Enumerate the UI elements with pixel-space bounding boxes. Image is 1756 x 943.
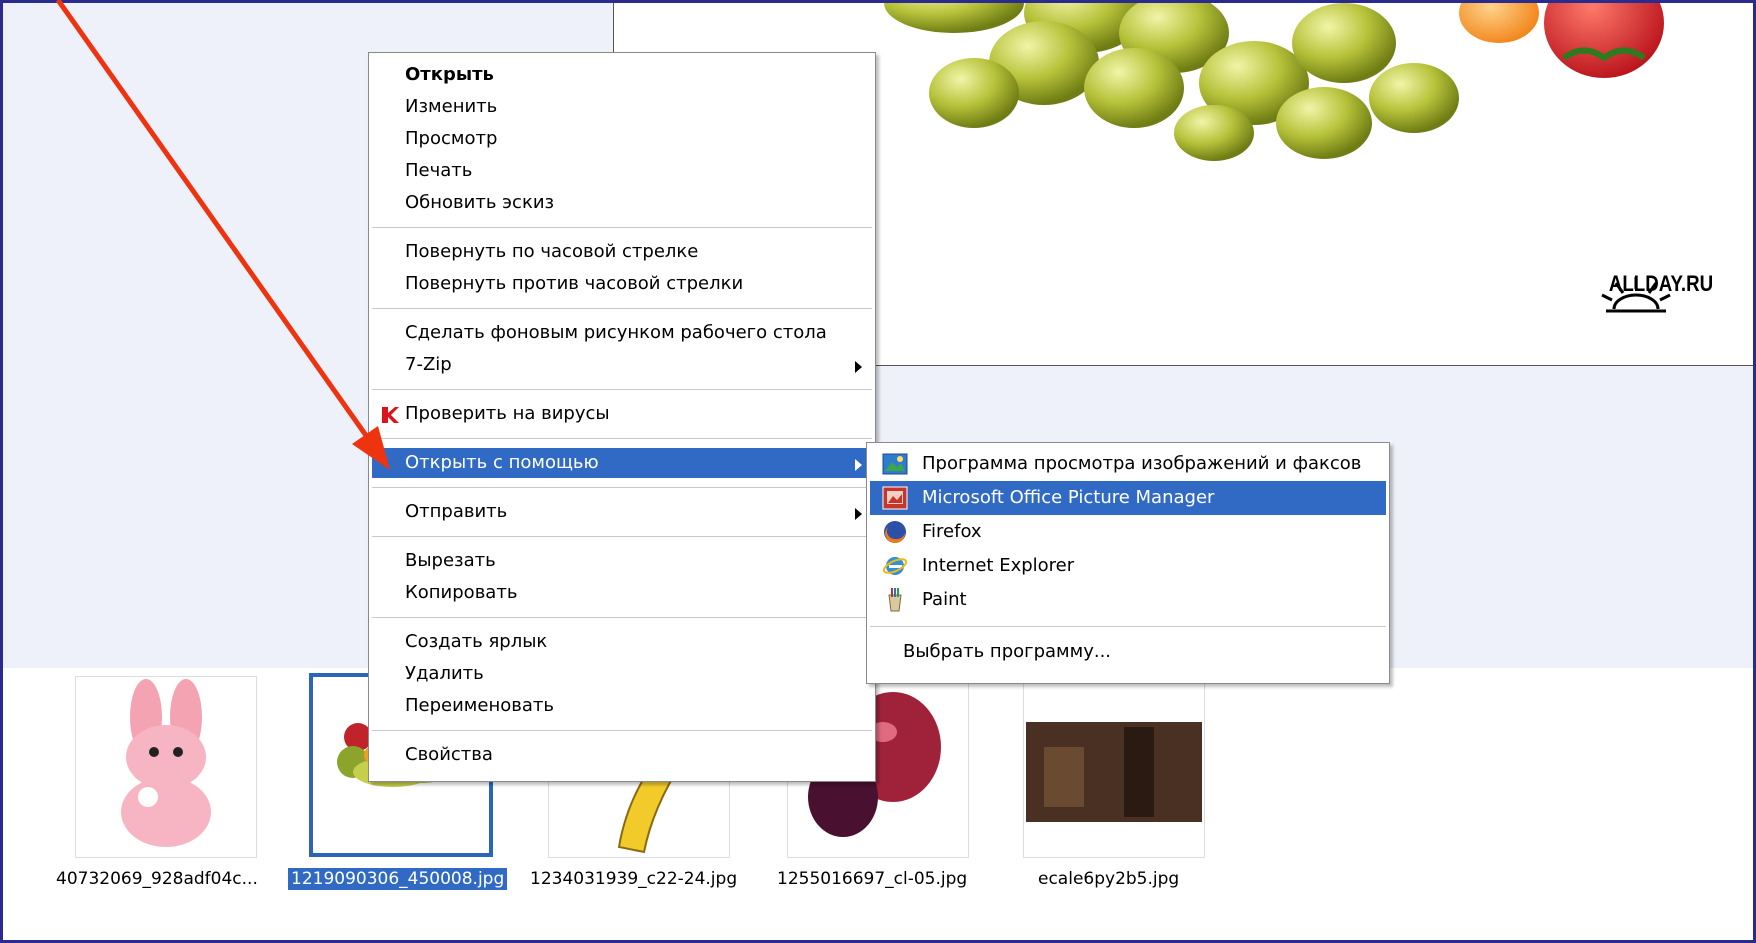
annotation-arrowhead (352, 426, 390, 470)
annotation-arrow-line (55, 0, 385, 460)
annotation-arrow (55, 0, 390, 470)
